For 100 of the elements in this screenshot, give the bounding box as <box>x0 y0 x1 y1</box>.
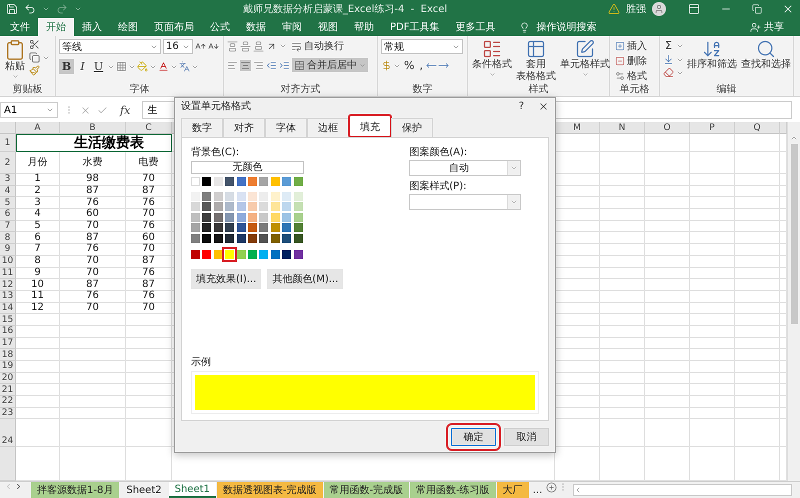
menu-tab[interactable]: 数据 <box>238 18 274 36</box>
conditional-format-button[interactable]: 条件格式 <box>471 39 513 84</box>
table-cell: 5 <box>16 220 60 232</box>
menu-tab[interactable]: 帮助 <box>346 18 382 36</box>
dialog-tab[interactable]: 边框 <box>307 118 349 137</box>
table-cell: 76 <box>126 268 172 280</box>
menu-tab[interactable]: 文件 <box>2 18 38 36</box>
insert-button[interactable]: 插入 <box>613 39 649 53</box>
table-cell: 76 <box>126 220 172 232</box>
menu-tab[interactable]: 绘图 <box>110 18 146 36</box>
menu-tab[interactable]: PDF工具集 <box>382 18 448 36</box>
row-header[interactable]: 3 <box>0 174 16 186</box>
column-header[interactable]: C <box>126 122 172 134</box>
pattern-style-label: 图案样式(P): <box>409 180 468 193</box>
menu-tab[interactable]: 视图 <box>310 18 346 36</box>
fill-option-button[interactable]: 填充效果(I)... <box>191 268 262 288</box>
menu-tab[interactable]: 页面布局 <box>146 18 202 36</box>
italic-button[interactable]: I <box>75 59 90 74</box>
name-box[interactable]: A1 <box>0 102 58 118</box>
sheet-tab[interactable]: 数据透视图表-完成版 <box>216 482 323 498</box>
pattern-color-select[interactable]: 自动 <box>409 160 522 176</box>
no-color-button[interactable]: 无颜色 <box>191 161 304 174</box>
column-header[interactable]: B <box>60 122 126 134</box>
dialog-tab[interactable]: 数字 <box>181 118 223 137</box>
row-header[interactable]: 4 <box>0 186 16 198</box>
menu-tab[interactable]: 审阅 <box>274 18 310 36</box>
autosum-button[interactable]: Σ <box>663 39 674 52</box>
row-header[interactable]: 11 <box>0 268 16 280</box>
row-header[interactable]: 18 <box>0 349 16 361</box>
column-header[interactable]: M <box>555 122 600 134</box>
row-header[interactable]: 6 <box>0 209 16 221</box>
dialog-tab[interactable]: 填充 <box>349 115 391 137</box>
sheet-tab[interactable]: 拌客源数据1-8月 <box>31 482 120 498</box>
share-button[interactable]: 共享 <box>744 18 790 36</box>
row-header[interactable]: 9 <box>0 244 16 256</box>
insert-function-button[interactable]: fx <box>114 102 136 118</box>
underline-button[interactable]: U <box>91 59 106 74</box>
column-header[interactable]: O <box>645 122 690 134</box>
help-button[interactable]: ? <box>518 100 524 112</box>
row-header[interactable]: 16 <box>0 326 16 338</box>
row-header[interactable]: 2 <box>0 152 16 174</box>
format-button[interactable]: 格式 <box>613 69 649 83</box>
more-sheets[interactable]: ... <box>532 484 542 496</box>
sheet-tab[interactable]: 常用函数-完成版 <box>324 482 410 498</box>
row-header[interactable]: 23 <box>0 408 16 420</box>
row-header[interactable]: 15 <box>0 314 16 326</box>
font-name-field[interactable]: 等线 <box>59 39 161 54</box>
sort-filter-button[interactable]: 排序和筛选 <box>686 39 738 84</box>
group-label: 剪贴板 <box>12 84 44 96</box>
find-select-button[interactable]: 查找和选择 <box>740 39 792 84</box>
table-cell: 76 <box>60 197 126 210</box>
menu-tab[interactable]: 公式 <box>202 18 238 36</box>
number-format-field[interactable]: 常规 <box>381 39 463 54</box>
row-header[interactable]: 22 <box>0 396 16 408</box>
row-header[interactable]: 21 <box>0 384 16 396</box>
row-header[interactable]: 7 <box>0 220 16 232</box>
row-header[interactable]: 14 <box>0 302 16 314</box>
row-header[interactable]: 5 <box>0 197 16 210</box>
menu-tab[interactable]: 插入 <box>74 18 110 36</box>
dialog-tab[interactable]: 保护 <box>391 118 433 137</box>
comma-button[interactable]: , <box>417 59 425 72</box>
wrap-text-button[interactable]: 自动换行 <box>289 39 346 53</box>
row-header[interactable]: 12 <box>0 279 16 291</box>
dialog-tab[interactable]: 对齐 <box>223 118 265 137</box>
table-cell: 70 <box>60 220 126 232</box>
column-header[interactable]: Q <box>735 122 780 134</box>
column-header[interactable]: A <box>16 122 60 134</box>
bold-button[interactable]: B <box>59 59 74 74</box>
column-header[interactable]: P <box>690 122 735 134</box>
dialog-button[interactable]: 取消 <box>504 428 549 446</box>
menu-tab[interactable]: 开始 <box>38 18 74 36</box>
format-as-table-button[interactable]: 套用 表格格式 <box>515 39 557 84</box>
cell-styles-button[interactable]: 单元格样式 <box>559 39 611 84</box>
delete-button[interactable]: 删除 <box>613 54 649 68</box>
row-header[interactable]: 1 <box>0 134 16 152</box>
group-label: 对齐方式 <box>280 84 322 96</box>
row-header[interactable]: 24 <box>0 419 16 448</box>
row-header[interactable]: 10 <box>0 256 16 268</box>
tell-me-search[interactable]: 操作说明搜索 <box>513 18 602 36</box>
sheet-tab[interactable]: Sheet1 <box>168 482 216 498</box>
sheet-tab[interactable]: 常用函数-练习版 <box>410 482 496 498</box>
percent-button[interactable]: % <box>402 59 416 72</box>
row-header[interactable]: 8 <box>0 232 16 244</box>
row-header[interactable]: 17 <box>0 338 16 350</box>
sheet-tab[interactable]: 大厂 <box>496 482 529 498</box>
fill-option-button[interactable]: 其他颜色(M)... <box>267 268 344 288</box>
menu-tab[interactable]: 更多工具 <box>447 18 504 36</box>
paste-button[interactable]: 粘贴 <box>3 39 27 84</box>
table-cell: 87 <box>60 232 126 244</box>
sample-label: 示例 <box>191 356 212 369</box>
dialog-tab[interactable]: 字体 <box>265 118 307 137</box>
table-cell: 70 <box>126 244 172 256</box>
table-cell: 87 <box>126 186 172 198</box>
font-size-field[interactable]: 16 <box>163 39 193 54</box>
row-header[interactable]: 20 <box>0 372 16 384</box>
row-header[interactable]: 13 <box>0 290 16 303</box>
table-cell: 70 <box>60 268 126 280</box>
column-header[interactable]: N <box>600 122 645 134</box>
merge-center-button[interactable]: 合并后居中 <box>292 58 368 72</box>
row-header[interactable]: 19 <box>0 361 16 373</box>
